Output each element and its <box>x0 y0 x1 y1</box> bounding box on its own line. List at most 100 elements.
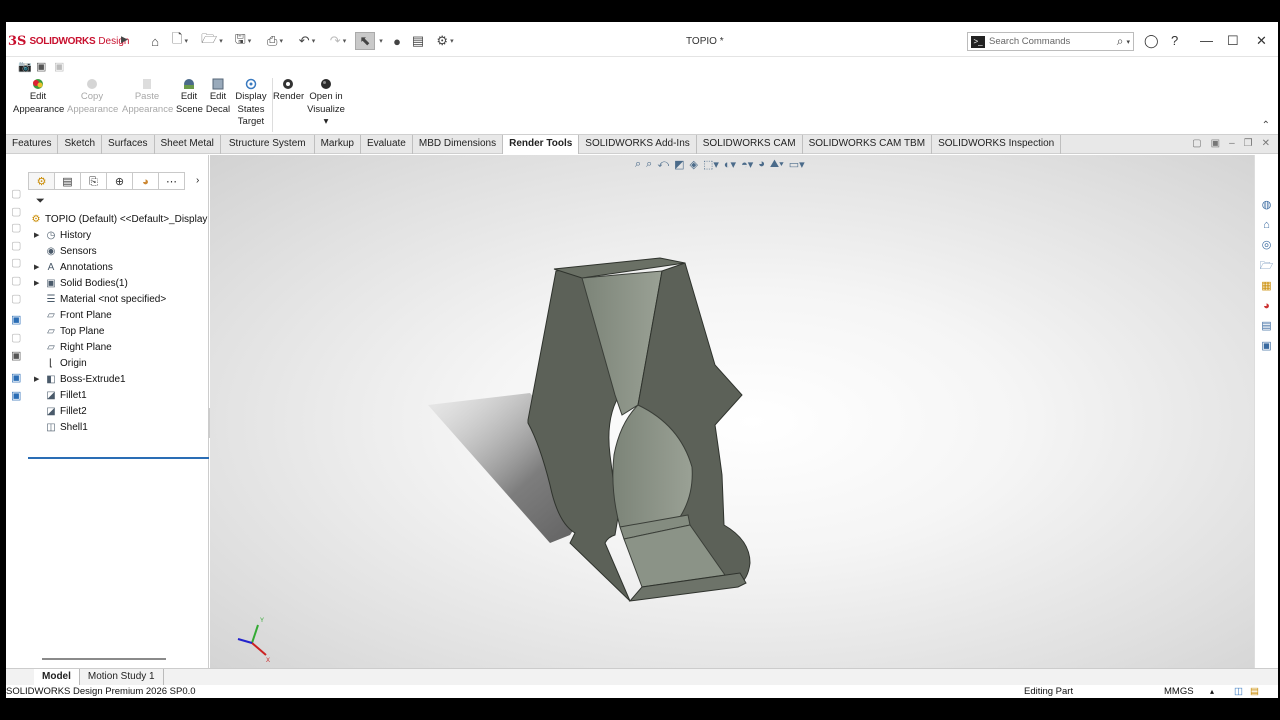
strip-tool-icon-1[interactable]: ▢ <box>11 187 21 200</box>
feature-manager-tab-icon[interactable]: ⚙ <box>28 172 55 190</box>
menu-expand-arrow-icon[interactable]: ▶ <box>121 34 128 45</box>
tile-icon[interactable]: ▢ <box>1192 138 1201 149</box>
screen-capture-icon[interactable]: ▣ <box>36 60 46 73</box>
custom-properties-icon[interactable]: ▤ <box>1259 319 1274 334</box>
3d-content-central-icon[interactable]: ◎ <box>1259 238 1274 253</box>
doc-restore-icon[interactable]: ❐ <box>1244 138 1253 149</box>
tab-sheet-metal[interactable]: Sheet Metal <box>155 135 221 154</box>
file-explorer-icon[interactable]: 🗁 <box>1259 259 1274 274</box>
tab-markup[interactable]: Markup <box>315 135 361 154</box>
tab-solidworks-add-ins[interactable]: SOLIDWORKS Add-Ins <box>579 135 697 154</box>
strip-tool-icon-12[interactable]: ▣ <box>11 389 21 402</box>
expand-arrow-icon[interactable]: ▶ <box>34 228 39 244</box>
strip-tool-icon-10[interactable]: ▣ <box>11 349 21 362</box>
design-library-icon[interactable]: ⌂ <box>1259 218 1274 233</box>
expand-arrow-icon[interactable]: ▶ <box>34 372 39 388</box>
tree-item-annotations[interactable]: ▶ A Annotations <box>28 260 209 276</box>
tree-item-right-plane[interactable]: ▱ Right Plane <box>28 340 209 356</box>
next-tab-arrow-icon[interactable]: › <box>196 175 199 186</box>
strip-tool-icon-9[interactable]: ▢ <box>11 331 21 344</box>
strip-tool-icon-5[interactable]: ▢ <box>11 256 21 269</box>
tab-structure-system[interactable]: Structure System <box>221 135 315 154</box>
expand-arrow-icon[interactable]: ▶ <box>34 276 39 292</box>
redo-icon[interactable]: ↷ ▾ <box>326 32 350 50</box>
strip-tool-icon-4[interactable]: ▢ <box>11 239 21 252</box>
feature-tree-scrollbar[interactable] <box>42 658 166 660</box>
filter-icon[interactable]: ⏷ <box>36 195 45 208</box>
strip-tool-icon-8[interactable]: ▣ <box>11 313 21 326</box>
strip-tool-icon-3[interactable]: ▢ <box>11 221 21 234</box>
tab-sketch[interactable]: Sketch <box>58 135 103 154</box>
tab-evaluate[interactable]: Evaluate <box>361 135 413 154</box>
property-manager-tab-icon[interactable]: ▤ <box>54 172 81 190</box>
user-account-icon[interactable]: ◯ <box>1144 33 1159 49</box>
edit-decal-button[interactable]: Edit Decal <box>205 78 231 116</box>
select-dropdown-icon[interactable]: ▾ <box>376 32 384 50</box>
minimize-icon[interactable]: — <box>1200 33 1213 48</box>
tree-item-front-plane[interactable]: ▱ Front Plane <box>28 308 209 324</box>
strip-tool-icon-11[interactable]: ▣ <box>11 371 21 384</box>
cascade-icon[interactable]: ▣ <box>1211 138 1220 149</box>
part-model-view[interactable] <box>210 155 1254 668</box>
tree-item-origin[interactable]: ⌊ Origin <box>28 356 209 372</box>
tab-solidworks-cam-tbm[interactable]: SOLIDWORKS CAM TBM <box>803 135 933 154</box>
open-document-icon[interactable]: 🗁 ▾ <box>201 31 223 50</box>
strip-tool-icon-2[interactable]: ▢ <box>11 205 21 218</box>
tree-item-material[interactable]: ☰ Material <not specified> <box>28 292 209 308</box>
save-icon[interactable]: 🖫 ▾ <box>232 31 254 50</box>
file-properties-icon[interactable]: ▤ <box>411 32 425 50</box>
doc-close-icon[interactable]: ✕ <box>1262 138 1270 149</box>
more-tabs-icon[interactable]: ⋯ <box>158 172 185 190</box>
strip-tool-icon-6[interactable]: ▢ <box>11 274 21 287</box>
collapse-ribbon-icon[interactable]: ⌃ <box>1262 120 1270 131</box>
maximize-icon[interactable]: ☐ <box>1227 33 1239 49</box>
display-manager-tab-icon[interactable]: ◕ <box>132 172 159 190</box>
solidworks-logo[interactable]: 3S SOLIDWORKS Design <box>8 34 129 49</box>
tab-features[interactable]: Features <box>6 135 59 154</box>
tab-render-tools[interactable]: Render Tools <box>503 135 580 154</box>
status-units[interactable]: MMGS <box>1164 685 1194 698</box>
new-document-icon[interactable]: 🗋 ▾ <box>169 31 191 50</box>
render-button[interactable]: Render <box>273 78 304 104</box>
paste-appearance-button[interactable]: Paste Appearance <box>122 78 173 116</box>
print-icon[interactable]: ⎙ ▾ <box>263 32 287 50</box>
dimxpert-manager-tab-icon[interactable]: ⊕ <box>106 172 133 190</box>
rollback-bar[interactable] <box>28 457 209 459</box>
copy-appearance-button[interactable]: Copy Appearance <box>67 78 118 116</box>
close-icon[interactable]: ✕ <box>1256 33 1267 49</box>
tab-solidworks-inspection[interactable]: SOLIDWORKS Inspection <box>932 135 1062 154</box>
tree-item-boss-extrude1[interactable]: ▶ ◧ Boss-Extrude1 <box>28 372 209 388</box>
tree-item-fillet2[interactable]: ◪ Fillet2 <box>28 404 209 420</box>
edit-scene-button[interactable]: Edit Scene <box>176 78 203 116</box>
select-pointer-icon[interactable]: ⬉ <box>355 32 375 50</box>
view-palette-icon[interactable]: ▦ <box>1259 279 1274 294</box>
graphics-area[interactable]: ⌕ ⌕ ⤺ ◩ ◈ ⬚▾ ◐▾ ◓▾ ◕ ⛰▾ ▭▾ Y X <box>210 155 1254 668</box>
edit-appearance-button[interactable]: Edit Appearance <box>13 78 64 116</box>
search-options-dropdown-icon[interactable]: ▾ <box>1126 38 1130 46</box>
notifications-icon[interactable]: ▤ <box>1250 685 1259 698</box>
units-dropdown-arrow[interactable]: ▴ <box>1210 685 1214 698</box>
solidworks-forum-icon[interactable]: ▣ <box>1259 339 1274 354</box>
search-commands-field[interactable]: >_ Search Commands ⌕ ▾ <box>967 32 1134 51</box>
tab-motion-study-1[interactable]: Motion Study 1 <box>80 669 164 685</box>
open-in-visualize-button[interactable]: Open in Visualize ▾ <box>306 78 346 129</box>
rebuild-icon[interactable]: ● <box>391 32 403 50</box>
tree-root-part[interactable]: ⚙ TOPIO (Default) <<Default>_Display <box>28 212 209 228</box>
undo-icon[interactable]: ↶ ▾ <box>296 32 318 50</box>
solidworks-resources-icon[interactable]: ◍ <box>1259 198 1274 213</box>
camera-icon[interactable]: 📷 <box>18 60 32 73</box>
tree-item-solid-bodies[interactable]: ▶ ▣ Solid Bodies(1) <box>28 276 209 292</box>
tab-surfaces[interactable]: Surfaces <box>102 135 155 154</box>
tree-item-top-plane[interactable]: ▱ Top Plane <box>28 324 209 340</box>
tree-item-shell1[interactable]: ◫ Shell1 <box>28 420 209 436</box>
tab-mbd-dimensions[interactable]: MBD Dimensions <box>413 135 504 154</box>
tree-item-fillet1[interactable]: ◪ Fillet1 <box>28 388 209 404</box>
record-icon[interactable]: ▣ <box>54 60 64 73</box>
tab-model[interactable]: Model <box>34 669 80 685</box>
tab-solidworks-cam[interactable]: SOLIDWORKS CAM <box>697 135 803 154</box>
tree-item-history[interactable]: ▶ ◷ History <box>28 228 209 244</box>
doc-minimize-icon[interactable]: – <box>1229 138 1235 149</box>
expand-arrow-icon[interactable]: ▶ <box>34 260 39 276</box>
display-states-target-button[interactable]: Display States Target <box>234 78 268 129</box>
rebuild-status-icon[interactable]: ◫ <box>1234 685 1243 698</box>
